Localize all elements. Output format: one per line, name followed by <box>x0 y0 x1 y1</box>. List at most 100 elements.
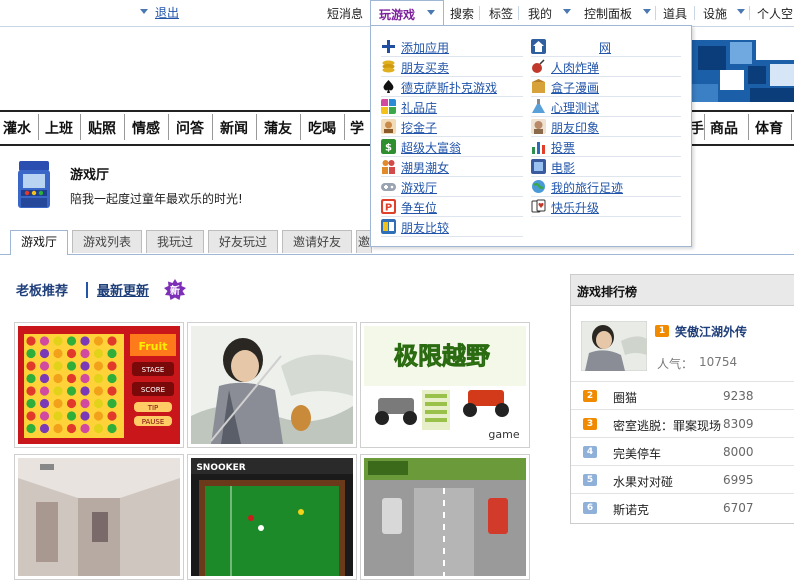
category-item[interactable]: 新闻 <box>220 118 248 138</box>
svg-text:$: $ <box>385 143 392 154</box>
ranking-row[interactable]: 3 密室逃脱：罪案现场 8309 <box>571 409 794 438</box>
game-thumbnail-parking[interactable] <box>360 454 530 580</box>
category-item[interactable]: 学 <box>350 118 364 138</box>
flask-icon <box>532 99 545 113</box>
menu-item-human-bomb[interactable]: 人肉炸弹 <box>531 58 681 77</box>
menu-item-parking[interactable]: P 争车位 <box>381 198 523 217</box>
menu-item-label: 人肉炸弹 <box>551 61 600 75</box>
ranking-row[interactable]: 6 斯诺克 6707 <box>571 493 794 522</box>
ranking-game-name[interactable]: 斯诺克 <box>613 501 649 518</box>
fruit-tile <box>93 336 104 346</box>
offroad-game-art: 极限越野 game <box>364 326 526 444</box>
menu-item-travel-footprint[interactable]: 我的旅行足迹 <box>531 178 681 197</box>
menu-item-box-comic[interactable]: 盒子漫画 <box>531 78 681 97</box>
nav-play-games[interactable]: 玩游戏 <box>370 0 444 27</box>
menu-item-friend-trade[interactable]: 朋友买卖 <box>381 58 523 77</box>
menu-item-movie[interactable]: 电影 <box>531 158 681 177</box>
nav-mine[interactable]: 我的 <box>528 5 552 22</box>
fruit-tile <box>80 348 90 359</box>
menu-item-psych-test[interactable]: 心理测试 <box>531 98 681 117</box>
tab-played[interactable]: 我玩过 <box>146 230 204 253</box>
category-item[interactable]: 灌水 <box>3 118 31 138</box>
nav-messages[interactable]: 短消息 <box>327 5 363 22</box>
menu-item-add-app[interactable]: 添加应用 <box>381 38 523 57</box>
ranking-row[interactable]: 5 水果对对碰 6995 <box>571 465 794 494</box>
menu-item-trendy[interactable]: 潮男潮女 <box>381 158 523 177</box>
chevron-down-icon[interactable] <box>737 9 745 14</box>
ranking-game-name[interactable]: 水果对对碰 <box>613 473 673 490</box>
menu-item-friend-impression[interactable]: 朋友印象 <box>531 118 681 137</box>
menu-item-game-hall[interactable]: 游戏厅 <box>381 178 523 197</box>
nav-search[interactable]: 搜索 <box>450 5 474 22</box>
top-game-thumbnail[interactable] <box>581 321 647 371</box>
fruit-tile <box>66 411 77 421</box>
category-item[interactable]: 问答 <box>176 118 204 138</box>
chevron-down-icon[interactable] <box>140 9 148 14</box>
fruit-tile <box>107 336 117 346</box>
game-thumbnail-snooker[interactable]: SNOOKER <box>187 454 357 580</box>
nav-control-panel[interactable]: 控制面板 <box>584 5 632 22</box>
snooker-game-title: SNOOKER <box>196 463 245 473</box>
chevron-down-icon[interactable] <box>643 9 651 14</box>
category-item[interactable]: 贴照 <box>88 118 116 138</box>
category-item[interactable]: 手 <box>690 118 704 138</box>
fruit-tile <box>39 411 50 421</box>
tab-game-hall[interactable]: 游戏厅 <box>10 230 68 255</box>
menu-item-gift-shop[interactable]: 礼品店 <box>381 98 523 117</box>
fruit-tile <box>39 348 50 359</box>
fruit-tile <box>26 386 36 396</box>
ranking-game-name[interactable]: 完美停车 <box>613 445 661 462</box>
ranking-row[interactable]: 2 圈猫 9238 <box>571 381 794 410</box>
ranking-game-name[interactable]: 密室逃脱：罪案现场 <box>613 417 721 434</box>
rank-number-badge: 4 <box>583 446 597 458</box>
category-item[interactable]: 上班 <box>45 118 73 138</box>
fruit-tile <box>26 423 36 434</box>
menu-item-monopoly[interactable]: $ 超级大富翁 <box>381 138 523 157</box>
top-game-name[interactable]: 笑傲江湖外传 <box>675 323 747 340</box>
fruit-tile <box>53 373 63 384</box>
menu-item-happy-upgrade[interactable]: ♥ 快乐升级 <box>531 198 681 217</box>
nav-tags[interactable]: 标签 <box>489 5 513 22</box>
tab-invite-friends[interactable]: 邀请好友 <box>282 230 352 253</box>
ranking-top-item[interactable]: 1 笑傲江湖外传 人气： 10754 <box>571 315 794 377</box>
menu-item-home[interactable]: 网 <box>531 38 681 57</box>
nav-play-games-label: 玩游戏 <box>379 8 416 22</box>
ranking-game-name[interactable]: 圈猫 <box>613 389 637 406</box>
game-thumbnail-room-escape[interactable] <box>14 454 184 580</box>
logout-link[interactable]: 退出 <box>155 4 179 21</box>
category-item[interactable]: 吃喝 <box>308 118 336 138</box>
offroad-game-title: 极限越野 <box>394 342 490 370</box>
fruit-tile <box>93 398 104 409</box>
fruit-tile <box>66 373 77 384</box>
latest-updates-link[interactable]: 最新更新 <box>97 280 149 299</box>
nav-personal-space[interactable]: 个人空 <box>757 5 793 22</box>
fruit-tile <box>93 411 104 421</box>
menu-item-texas-poker[interactable]: 德克萨斯扑克游戏 <box>381 78 523 97</box>
game-thumbnail-swordsman[interactable] <box>187 322 357 448</box>
category-item[interactable]: 蒲友 <box>264 118 292 138</box>
menu-item-label: 朋友买卖 <box>401 61 450 75</box>
page-title: 游戏厅 <box>70 168 110 183</box>
tab-game-list[interactable]: 游戏列表 <box>72 230 142 253</box>
tab-friends-played[interactable]: 好友玩过 <box>208 230 278 253</box>
menu-item-dig-gold[interactable]: 挖金子 <box>381 118 523 137</box>
fruit-tile <box>80 398 90 409</box>
nav-divider <box>749 6 750 20</box>
chevron-down-icon[interactable] <box>563 9 571 14</box>
ranking-row[interactable]: 4 完美停车 8000 <box>571 437 794 466</box>
ranking-score: 6707 <box>723 501 754 515</box>
nav-facilities[interactable]: 设施 <box>703 5 727 22</box>
nav-props[interactable]: 道具 <box>663 5 687 22</box>
menu-item-vote[interactable]: 投票 <box>531 138 681 157</box>
category-item[interactable]: 商品 <box>710 118 738 138</box>
game-thumbnail-fruit[interactable]: Fruit STAGE SCORE TIP PAUSE <box>14 322 184 448</box>
menu-item-friend-compare[interactable]: 朋友比较 <box>381 218 523 237</box>
menu-item-label: 德克萨斯扑克游戏 <box>401 81 498 95</box>
menu-item-label: 争车位 <box>401 201 438 215</box>
category-item[interactable]: 体育 <box>755 118 783 138</box>
game-thumbnail-offroad[interactable]: 极限越野 game <box>360 322 530 448</box>
boss-recommend-heading[interactable]: 老板推荐 <box>16 280 68 299</box>
fruit-game-title: Fruit <box>138 340 167 353</box>
category-item[interactable]: 情感 <box>132 118 160 138</box>
pause-label: PAUSE <box>142 418 165 426</box>
